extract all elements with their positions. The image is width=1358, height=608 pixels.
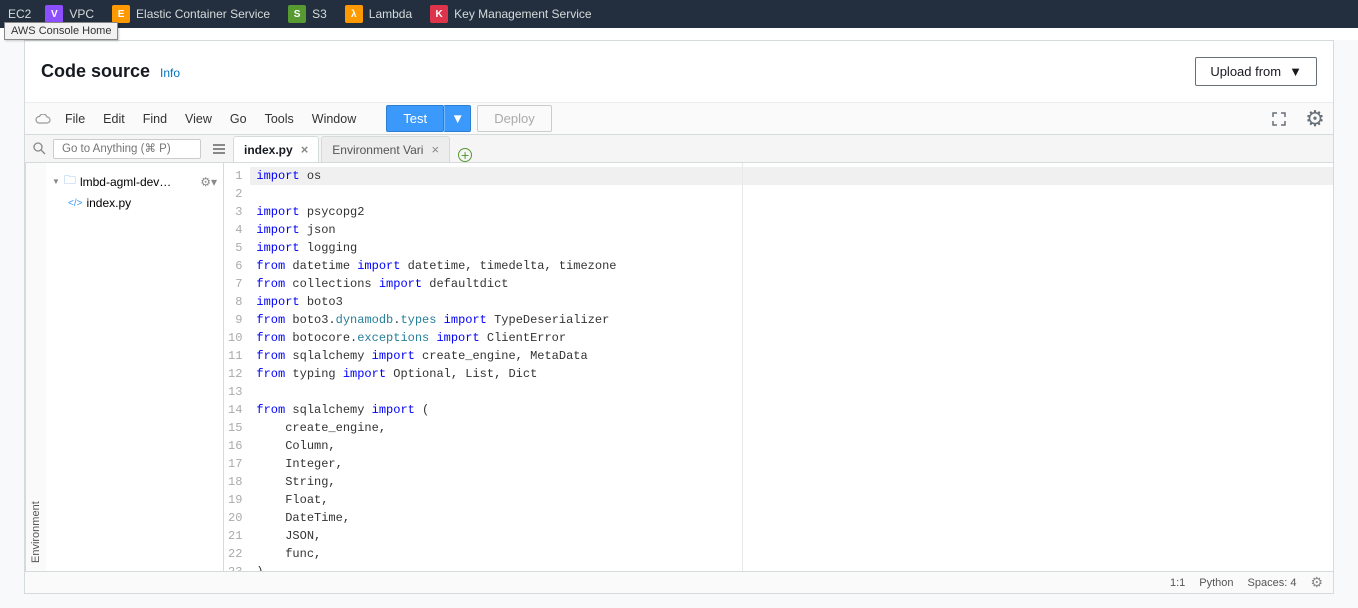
editor-toolbar: File Edit Find View Go Tools Window Test… bbox=[25, 103, 1333, 135]
indent-setting[interactable]: Spaces: 4 bbox=[1248, 577, 1297, 589]
editor-divider bbox=[742, 163, 743, 571]
status-bar: 1:1 Python Spaces: 4 ⚙ bbox=[25, 571, 1333, 593]
menu-go[interactable]: Go bbox=[222, 108, 255, 130]
menu-window[interactable]: Window bbox=[304, 108, 364, 130]
line-gutter: 1234567891011121314151617181920212223242… bbox=[224, 163, 250, 571]
close-icon[interactable]: × bbox=[301, 142, 309, 157]
nav-s3[interactable]: S S3 bbox=[280, 0, 335, 28]
caret-down-icon: ▼ bbox=[52, 177, 60, 186]
nav-lambda-label: Lambda bbox=[369, 7, 412, 21]
upload-label: Upload from bbox=[1210, 64, 1281, 79]
cursor-position[interactable]: 1:1 bbox=[1170, 577, 1185, 589]
close-icon[interactable]: × bbox=[431, 142, 439, 157]
folder-icon: 🗀 bbox=[64, 171, 76, 192]
code-editor[interactable]: 1234567891011121314151617181920212223242… bbox=[224, 163, 1333, 571]
page-title: Code source bbox=[41, 61, 150, 82]
tree-gear-icon[interactable]: ⚙▾ bbox=[200, 175, 217, 189]
test-dropdown[interactable]: ▼ bbox=[444, 105, 471, 132]
tab-env-vars[interactable]: Environment Vari × bbox=[321, 136, 450, 162]
menu-find[interactable]: Find bbox=[135, 108, 175, 130]
tree-file[interactable]: </> index.py bbox=[50, 194, 219, 212]
nav-lambda[interactable]: λ Lambda bbox=[337, 0, 420, 28]
panel-header: Code source Info Upload from ▼ bbox=[25, 41, 1333, 103]
upload-from-button[interactable]: Upload from ▼ bbox=[1195, 57, 1317, 86]
aws-top-nav: EC2 V VPC E Elastic Container Service S … bbox=[0, 0, 1358, 28]
tab-label: Environment Vari bbox=[332, 143, 423, 157]
deploy-button[interactable]: Deploy bbox=[477, 105, 551, 132]
info-link[interactable]: Info bbox=[160, 66, 180, 80]
search-tab-row: index.py × Environment Vari × + bbox=[25, 135, 1333, 163]
environment-sidebar-label[interactable]: Environment bbox=[25, 163, 46, 571]
caret-down-icon: ▼ bbox=[1289, 64, 1302, 79]
fullscreen-icon[interactable] bbox=[1267, 107, 1291, 131]
nav-ecs[interactable]: E Elastic Container Service bbox=[104, 0, 278, 28]
tab-indexpy[interactable]: index.py × bbox=[233, 136, 319, 162]
search-icon[interactable] bbox=[25, 142, 53, 155]
nav-kms-label: Key Management Service bbox=[454, 7, 591, 21]
menu-file[interactable]: File bbox=[57, 108, 93, 130]
cloud9-icon[interactable] bbox=[31, 114, 55, 124]
folder-name: lmbd-agml-devizapp bbox=[80, 175, 172, 189]
nav-vpc-label: VPC bbox=[69, 7, 94, 21]
s3-icon: S bbox=[288, 5, 306, 23]
tab-list-icon[interactable] bbox=[205, 143, 233, 155]
nav-ecs-label: Elastic Container Service bbox=[136, 7, 270, 21]
ecs-icon: E bbox=[112, 5, 130, 23]
tree-folder[interactable]: ▼ 🗀 lmbd-agml-devizapp ⚙▾ bbox=[50, 169, 219, 194]
file-name: index.py bbox=[86, 196, 131, 210]
kms-icon: K bbox=[430, 5, 448, 23]
settings-gear-icon[interactable]: ⚙ bbox=[1303, 107, 1327, 131]
goto-input[interactable] bbox=[53, 139, 201, 159]
nav-s3-label: S3 bbox=[312, 7, 327, 21]
code-content[interactable]: import osimport psycopg2import jsonimpor… bbox=[250, 163, 1333, 571]
menu-view[interactable]: View bbox=[177, 108, 220, 130]
python-file-icon: </> bbox=[68, 198, 82, 209]
test-button[interactable]: Test bbox=[386, 105, 444, 132]
menu-edit[interactable]: Edit bbox=[95, 108, 133, 130]
code-source-panel: Code source Info Upload from ▼ File Edit… bbox=[24, 40, 1334, 594]
lambda-icon: λ bbox=[345, 5, 363, 23]
add-tab-icon[interactable]: + bbox=[458, 148, 472, 162]
language-mode[interactable]: Python bbox=[1199, 577, 1233, 589]
menu-tools[interactable]: Tools bbox=[257, 108, 302, 130]
status-gear-icon[interactable]: ⚙ bbox=[1310, 574, 1323, 591]
console-home-tooltip: AWS Console Home bbox=[4, 22, 118, 40]
file-tree: ▼ 🗀 lmbd-agml-devizapp ⚙▾ </> index.py bbox=[46, 163, 224, 571]
tab-label: index.py bbox=[244, 143, 293, 157]
vpc-icon: V bbox=[45, 5, 63, 23]
nav-kms[interactable]: K Key Management Service bbox=[422, 0, 599, 28]
nav-left-edge[interactable]: EC2 bbox=[4, 7, 35, 21]
